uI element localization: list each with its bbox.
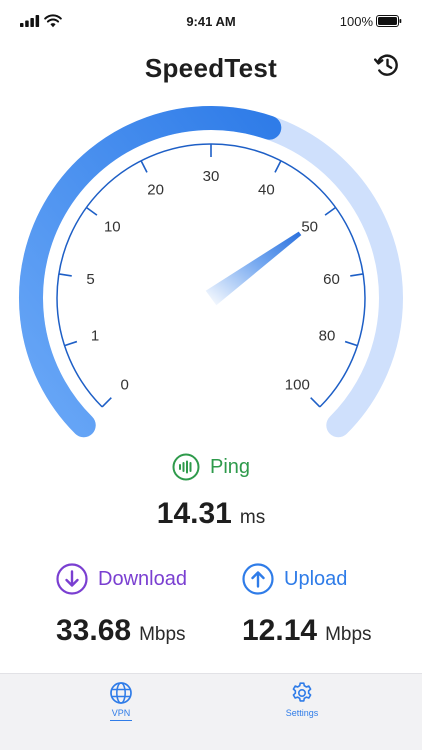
gauge-tick-label: 0: [121, 376, 129, 393]
gauge-tick-label: 10: [104, 218, 121, 235]
download-value: 33.68: [56, 614, 132, 647]
download-label: Download: [98, 567, 187, 590]
ping-result: 14.31 ms: [0, 497, 422, 531]
gauge-tick-label: 5: [86, 271, 94, 288]
ping-icon: [172, 453, 200, 481]
ping-value: 14.31: [156, 497, 232, 530]
gauge-tick-label: 80: [319, 328, 336, 345]
gauge-tick: [101, 397, 112, 408]
globe-icon: [110, 682, 132, 704]
upload-result: 12.14 Mbps: [242, 614, 372, 648]
gauge-tick: [350, 273, 364, 277]
upload-header: Upload: [242, 563, 347, 595]
tab-settings[interactable]: Settings: [262, 681, 342, 718]
tab-selected-indicator: [110, 720, 132, 721]
gauge-tick-labels: 0 1 5 10 20 30 40 50 60 80 100: [86, 168, 340, 393]
gear-icon: [292, 682, 312, 702]
gauge-tick: [85, 206, 98, 216]
gauge-tick-label: 30: [203, 168, 220, 185]
upload-unit: Mbps: [325, 624, 372, 645]
download-header: Download: [56, 563, 187, 595]
ping-label: Ping: [209, 455, 251, 478]
gauge-tick: [64, 340, 78, 347]
gauge-tick-label: 1: [91, 328, 99, 345]
ping-unit: ms: [239, 507, 266, 528]
gauge-tick: [58, 273, 72, 277]
download-unit: Mbps: [139, 624, 186, 645]
gauge-tick: [140, 160, 148, 173]
ping-header: Ping: [0, 453, 422, 481]
tab-settings-label: Settings: [285, 708, 319, 718]
tab-vpn[interactable]: VPN: [81, 681, 161, 721]
gauge-tick-label: 20: [147, 181, 164, 198]
gauge-needle: [205, 231, 302, 306]
gauge-tick: [310, 397, 321, 408]
download-result: 33.68 Mbps: [56, 614, 186, 648]
gauge-progress-arc: [18, 106, 282, 438]
gauge-tick-label: 40: [258, 181, 275, 198]
tab-bar: VPN Settings: [0, 673, 422, 750]
download-icon: [56, 563, 88, 595]
tab-vpn-label: VPN: [111, 708, 131, 718]
upload-icon: [242, 563, 274, 595]
gauge-tick: [274, 160, 282, 173]
gauge-tick-label: 50: [301, 218, 318, 235]
gauge-tick-label: 60: [323, 271, 340, 288]
gauge-tick: [324, 206, 337, 216]
upload-value: 12.14: [242, 614, 318, 647]
gauge-tick-label: 100: [285, 376, 310, 393]
gauge-tick: [344, 340, 358, 347]
speed-gauge: 0 1 5 10 20 30 40 50 60 80 100: [18, 106, 403, 438]
upload-label: Upload: [284, 567, 348, 590]
